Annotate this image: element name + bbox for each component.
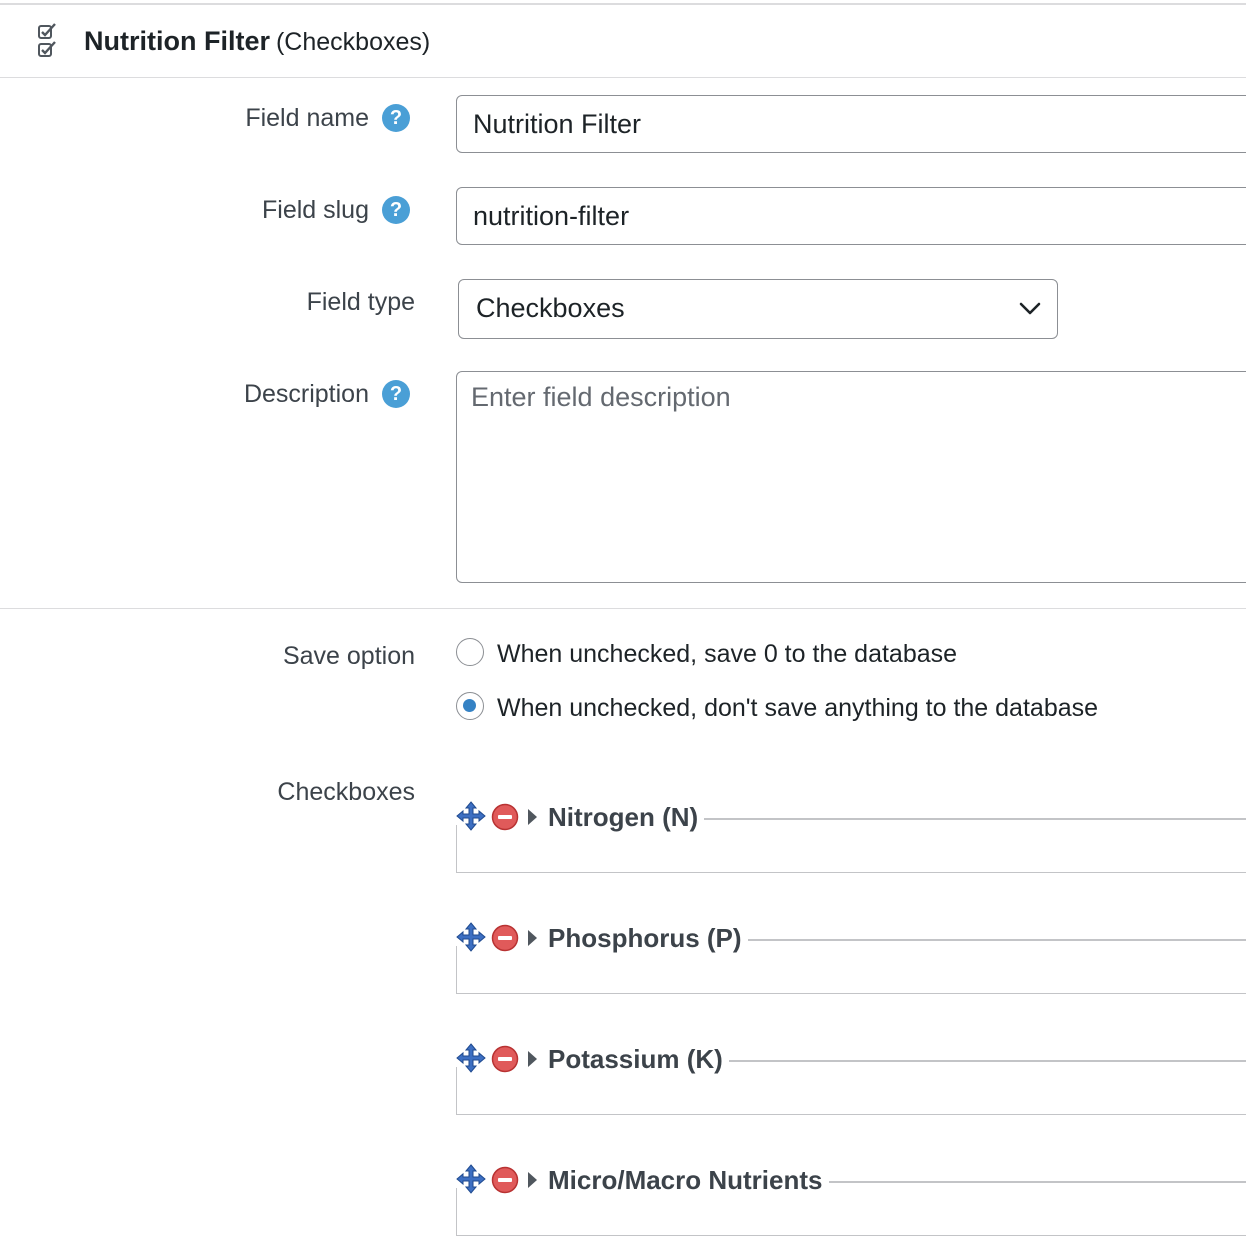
- field-type-label: Field type: [306, 288, 415, 316]
- delete-icon[interactable]: [491, 924, 519, 952]
- radio-button[interactable]: [456, 638, 484, 666]
- field-type-selected-value: Checkboxes: [476, 293, 625, 323]
- description-help-icon[interactable]: ?: [382, 380, 410, 408]
- option-title[interactable]: Nitrogen (N): [548, 802, 705, 833]
- move-icon[interactable]: [456, 801, 486, 831]
- chevron-down-icon: [1019, 302, 1041, 315]
- field-header-type: (Checkboxes): [275, 28, 431, 56]
- move-icon[interactable]: [456, 922, 486, 952]
- move-icon[interactable]: [456, 1043, 486, 1073]
- checkbox-option: Nitrogen (N): [456, 801, 1246, 873]
- top-divider: [0, 3, 1246, 5]
- radio-button-selected[interactable]: [456, 692, 484, 720]
- expand-arrow-icon[interactable]: [528, 809, 537, 825]
- delete-icon[interactable]: [491, 1166, 519, 1194]
- section-divider: [0, 608, 1246, 609]
- field-header-name: Nutrition Filter: [84, 26, 270, 56]
- field-name-help-icon[interactable]: ?: [382, 104, 410, 132]
- option-title[interactable]: Phosphorus (P): [548, 923, 748, 954]
- option-title[interactable]: Micro/Macro Nutrients: [548, 1165, 829, 1196]
- checkboxes-icon: [38, 23, 56, 57]
- expand-arrow-icon[interactable]: [528, 1051, 537, 1067]
- field-header-title[interactable]: Nutrition Filter (Checkboxes): [84, 26, 430, 57]
- checkbox-option: Micro/Macro Nutrients: [456, 1164, 1246, 1236]
- checkbox-option: Phosphorus (P): [456, 922, 1246, 994]
- checkboxes-label: Checkboxes: [277, 778, 415, 806]
- expand-arrow-icon[interactable]: [528, 1172, 537, 1188]
- radio-label[interactable]: When unchecked, don't save anything to t…: [497, 694, 1098, 723]
- radio-label[interactable]: When unchecked, save 0 to the database: [497, 640, 957, 669]
- description-label: Description: [243, 380, 369, 408]
- field-slug-label: Field slug: [262, 196, 369, 224]
- save-option-label: Save option: [282, 642, 415, 670]
- delete-icon[interactable]: [491, 803, 519, 831]
- header-divider: [0, 77, 1246, 78]
- field-slug-help-icon[interactable]: ?: [382, 196, 410, 224]
- field-slug-input[interactable]: [456, 187, 1246, 245]
- expand-arrow-icon[interactable]: [528, 930, 537, 946]
- field-type-select[interactable]: Checkboxes: [458, 279, 1058, 339]
- checkbox-option: Potassium (K): [456, 1043, 1246, 1115]
- description-textarea[interactable]: [456, 371, 1246, 583]
- move-icon[interactable]: [456, 1164, 486, 1194]
- field-name-input[interactable]: [456, 95, 1246, 153]
- option-title[interactable]: Potassium (K): [548, 1044, 729, 1075]
- delete-icon[interactable]: [491, 1045, 519, 1073]
- field-name-label: Field name: [245, 104, 369, 132]
